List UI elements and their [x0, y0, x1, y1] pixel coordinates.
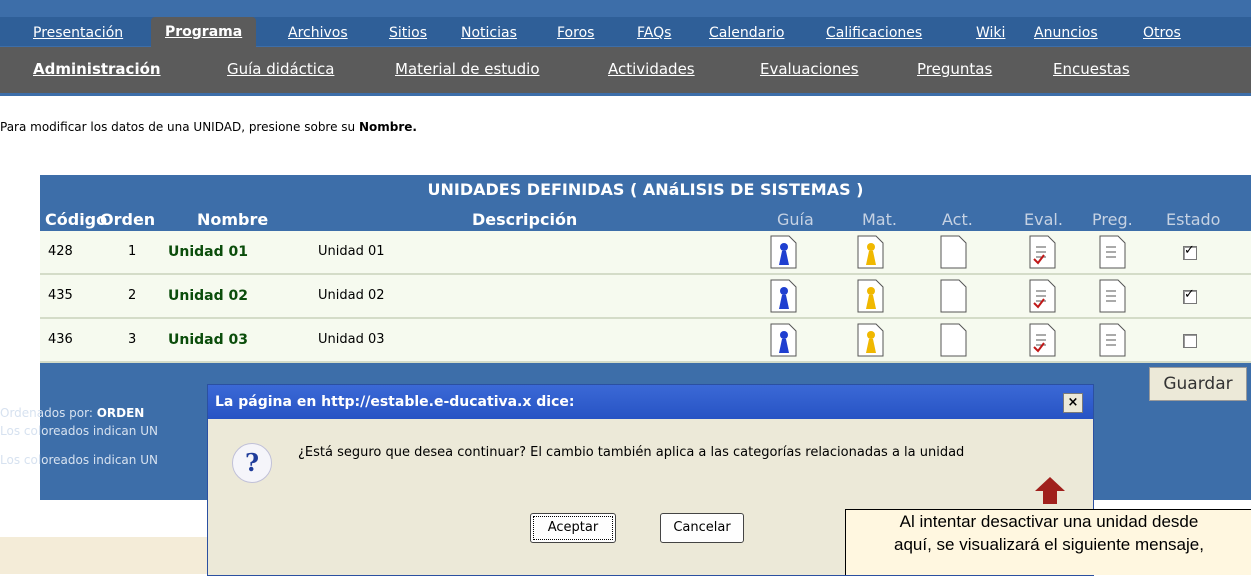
- tab-presentacion[interactable]: Presentación: [33, 22, 123, 44]
- column-header-descripcion: Descripción: [472, 210, 578, 229]
- subtab-encuestas[interactable]: Encuestas: [1053, 60, 1130, 78]
- tab-wiki[interactable]: Wiki: [976, 22, 1005, 44]
- material-user-doc-icon[interactable]: [855, 323, 885, 357]
- dialog-message: ¿Está seguro que desea continuar? El cam…: [298, 445, 965, 460]
- save-button[interactable]: Guardar: [1149, 367, 1247, 401]
- unit-name-link[interactable]: Unidad 02: [168, 275, 248, 317]
- annotation-line-1: Al intentar desactivar una unidad desde: [899, 512, 1199, 531]
- annotation-line-2: aquí, se visualizará el siguiente mensaj…: [894, 535, 1204, 554]
- up-arrow-stem: [1043, 490, 1057, 504]
- cell-codigo: 436: [48, 332, 73, 347]
- cell-codigo: 435: [48, 288, 73, 303]
- column-header-eval: Eval.: [1024, 210, 1063, 229]
- annotation-callout: Al intentar desactivar una unidad desde …: [845, 509, 1251, 575]
- subtab-administracion[interactable]: Administración: [33, 60, 161, 78]
- unit-name-link[interactable]: Unidad 03: [168, 319, 248, 361]
- intro-text: Para modificar los datos de una UNIDAD, …: [0, 120, 417, 134]
- cell-descripcion: Unidad 01: [318, 244, 385, 259]
- subtab-actividades[interactable]: Actividades: [608, 60, 695, 78]
- activities-doc-icon[interactable]: [938, 235, 968, 269]
- guide-user-doc-icon[interactable]: [768, 323, 798, 357]
- column-header-act: Act.: [942, 210, 973, 229]
- table-row: 428 1 Unidad 01 Unidad 01: [40, 231, 1251, 275]
- column-header-orden: Orden: [100, 210, 156, 229]
- cell-orden: 3: [128, 332, 137, 347]
- evaluation-doc-icon[interactable]: [1027, 279, 1057, 313]
- cell-orden: 2: [128, 288, 137, 303]
- tab-otros[interactable]: Otros: [1143, 22, 1181, 44]
- nav-divider: [0, 93, 1251, 96]
- column-header-mat: Mat.: [862, 210, 897, 229]
- legend-line: Los coloreados indican UN: [0, 453, 158, 467]
- cell-descripcion: Unidad 03: [318, 332, 385, 347]
- dialog-title-bar: La página en http://estable.e-ducativa.x…: [208, 385, 1093, 419]
- unit-name-link[interactable]: Unidad 01: [168, 231, 248, 273]
- questions-doc-icon[interactable]: [1097, 235, 1127, 269]
- column-header-codigo: Código: [45, 210, 108, 229]
- subtab-evaluaciones[interactable]: Evaluaciones: [760, 60, 859, 78]
- table-row: 435 2 Unidad 02 Unidad 02: [40, 275, 1251, 319]
- evaluation-doc-icon[interactable]: [1027, 235, 1057, 269]
- column-header-nombre: Nombre: [197, 210, 269, 229]
- subtab-preguntas[interactable]: Preguntas: [917, 60, 992, 78]
- column-header-preg: Preg.: [1092, 210, 1133, 229]
- material-user-doc-icon[interactable]: [855, 235, 885, 269]
- estado-checkbox[interactable]: [1183, 334, 1197, 348]
- column-header-guia: Guía: [777, 210, 814, 229]
- activities-doc-icon[interactable]: [938, 279, 968, 313]
- guide-user-doc-icon[interactable]: [768, 235, 798, 269]
- cell-orden: 1: [128, 244, 137, 259]
- close-icon[interactable]: ×: [1063, 393, 1083, 413]
- questions-doc-icon[interactable]: [1097, 279, 1127, 313]
- guide-user-doc-icon[interactable]: [768, 279, 798, 313]
- subtab-guia-didactica[interactable]: Guía didáctica: [227, 60, 334, 78]
- subtab-material-de-estudio[interactable]: Material de estudio: [395, 60, 540, 78]
- tab-archivos[interactable]: Archivos: [288, 22, 348, 44]
- tab-calificaciones[interactable]: Calificaciones: [826, 22, 922, 44]
- ordered-by-text: Ordenados por: ORDEN: [0, 406, 145, 420]
- table-row: 436 3 Unidad 03 Unidad 03: [40, 319, 1251, 363]
- cell-codigo: 428: [48, 244, 73, 259]
- activities-doc-icon[interactable]: [938, 323, 968, 357]
- units-table-title: UNIDADES DEFINIDAS ( ANáLISIS DE SISTEMA…: [427, 180, 864, 199]
- tab-anuncios[interactable]: Anuncios: [1034, 22, 1098, 44]
- tab-faqs[interactable]: FAQs: [637, 22, 671, 44]
- cell-descripcion: Unidad 02: [318, 288, 385, 303]
- tab-programa[interactable]: Programa: [151, 17, 257, 47]
- tab-foros[interactable]: Foros: [557, 22, 594, 44]
- question-icon: ?: [232, 443, 272, 483]
- accept-button[interactable]: Aceptar: [530, 513, 616, 543]
- questions-doc-icon[interactable]: [1097, 323, 1127, 357]
- up-arrow-icon: [1035, 477, 1065, 491]
- tab-noticias[interactable]: Noticias: [461, 22, 517, 44]
- tab-calendario[interactable]: Calendario: [709, 22, 784, 44]
- dialog-title: La página en http://estable.e-ducativa.x…: [215, 394, 575, 410]
- column-header-estado: Estado: [1166, 210, 1221, 229]
- cancel-button[interactable]: Cancelar: [660, 513, 744, 543]
- tab-sitios[interactable]: Sitios: [389, 22, 427, 44]
- evaluation-doc-icon[interactable]: [1027, 323, 1057, 357]
- estado-checkbox[interactable]: [1183, 243, 1197, 260]
- material-user-doc-icon[interactable]: [855, 279, 885, 313]
- legend-line: Los coloreados indican UN: [0, 424, 158, 438]
- estado-checkbox[interactable]: [1183, 287, 1197, 304]
